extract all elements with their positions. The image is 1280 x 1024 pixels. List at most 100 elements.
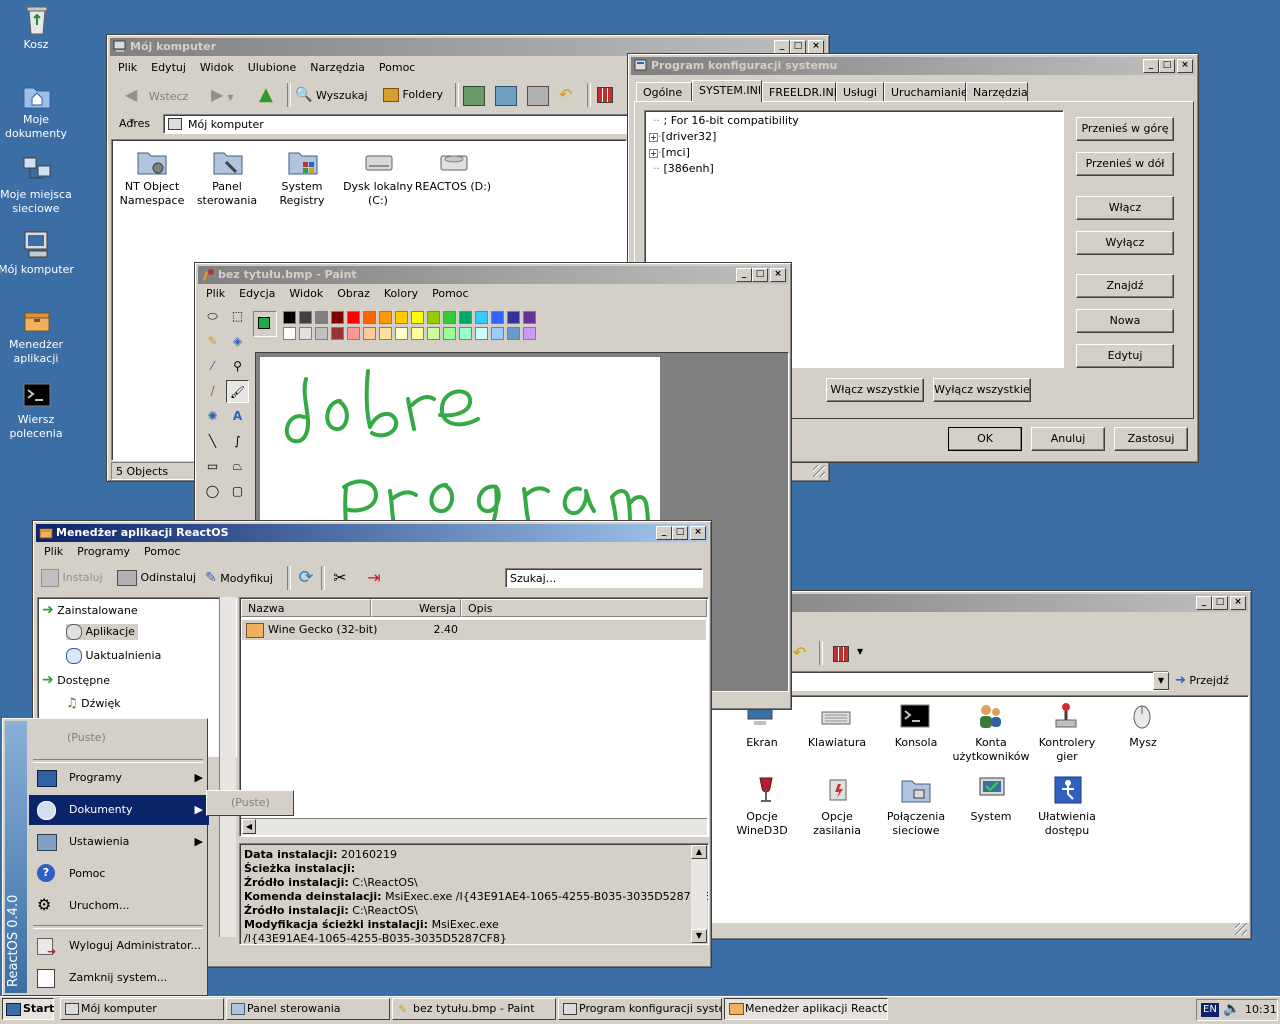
palette-color-swatch[interactable]	[443, 327, 456, 340]
menu-help[interactable]: Pomoc	[425, 285, 475, 303]
palette-color-swatch[interactable]	[331, 311, 344, 324]
copy-to-icon[interactable]	[495, 86, 517, 106]
menu-file[interactable]: Plik	[37, 543, 70, 561]
go-button[interactable]: ➜ Przejdź	[1175, 671, 1245, 691]
menu-tools[interactable]: Narzędzia	[303, 59, 372, 77]
refresh-icon[interactable]: ⟳	[295, 567, 317, 589]
palette-color-swatch[interactable]	[507, 327, 520, 340]
resize-grip[interactable]	[813, 465, 825, 477]
tree-scrollbar[interactable]	[219, 597, 236, 937]
palette-color-swatch[interactable]	[379, 327, 392, 340]
minimize-button[interactable]: _	[774, 40, 790, 54]
palette-color-swatch[interactable]	[443, 311, 456, 324]
msconfig-titlebar[interactable]: Program konfiguracji systemu _ □ ×	[631, 57, 1195, 75]
brush-tool-icon[interactable]: 🖌	[226, 380, 249, 403]
palette-color-swatch[interactable]	[475, 311, 488, 324]
menu-edit[interactable]: Edycja	[232, 285, 282, 303]
color-indicator[interactable]	[253, 311, 277, 337]
views-icon[interactable]	[833, 646, 849, 662]
text-tool-icon[interactable]: A	[226, 405, 249, 428]
scroll-down-button[interactable]: ▼	[691, 929, 707, 943]
exit-icon[interactable]: ⇥	[363, 567, 385, 589]
curve-tool-icon[interactable]: ∫	[226, 430, 249, 453]
scroll-left-button[interactable]: ◀	[242, 819, 256, 834]
move-down-button[interactable]: Przenieś w dół	[1076, 152, 1174, 176]
address-dropdown-button[interactable]: ▼	[1153, 672, 1169, 690]
settings-tools-icon[interactable]: ✂	[329, 567, 351, 589]
move-up-button[interactable]: Przenieś w górę	[1076, 117, 1174, 141]
up-folder-button[interactable]: ▲	[259, 83, 283, 107]
search-input[interactable]: Szukaj...	[505, 568, 703, 588]
free-select-tool-icon[interactable]: ⬭	[201, 305, 224, 328]
details-scrollbar[interactable]: ▲ ▼	[691, 845, 707, 943]
menu-item-programs[interactable]: Programy ▶	[29, 763, 209, 793]
menu-item-documents[interactable]: Dokumenty ▶	[29, 795, 209, 825]
resize-grip[interactable]	[1235, 923, 1247, 935]
maximize-button[interactable]: □	[1212, 596, 1228, 610]
column-name[interactable]: Nazwa	[241, 599, 371, 617]
find-button[interactable]: Znajdź	[1076, 274, 1174, 298]
move-to-icon[interactable]	[463, 86, 485, 106]
views-icon[interactable]	[597, 87, 613, 103]
address-input[interactable]: Mój komputer	[163, 114, 631, 134]
task-control-panel[interactable]: Panel sterowania	[226, 998, 390, 1020]
app-manager-titlebar[interactable]: Menedżer aplikacji ReactOS _ □ ×	[36, 524, 708, 542]
palette-color-swatch[interactable]	[475, 327, 488, 340]
menu-edit[interactable]: Edytuj	[144, 59, 193, 77]
rect-select-tool-icon[interactable]: ⬚	[226, 305, 249, 328]
undo-icon[interactable]: ↶	[559, 83, 579, 107]
palette-color-swatch[interactable]	[411, 327, 424, 340]
new-button[interactable]: Nowa	[1076, 309, 1174, 333]
cancel-button[interactable]: Anuluj	[1031, 427, 1105, 451]
start-button[interactable]: Start	[2, 998, 54, 1020]
palette-color-swatch[interactable]	[411, 311, 424, 324]
palette-color-swatch[interactable]	[427, 311, 440, 324]
palette-color-swatch[interactable]	[283, 327, 296, 340]
chevron-down-icon[interactable]: ▼	[857, 647, 863, 656]
task-app-manager[interactable]: Menedżer aplikacji ReactOS	[724, 998, 888, 1020]
palette-color-swatch[interactable]	[379, 311, 392, 324]
line-tool-icon[interactable]: ╲	[201, 430, 224, 453]
table-row[interactable]: Wine Gecko (32-bit) 2.40	[242, 620, 706, 640]
magnifier-tool-icon[interactable]: ⚲	[226, 355, 249, 378]
palette-color-swatch[interactable]	[283, 311, 296, 324]
menu-view[interactable]: Widok	[282, 285, 330, 303]
horizontal-scrollbar[interactable]: ◀	[241, 818, 707, 835]
edit-button[interactable]: Edytuj	[1076, 344, 1174, 368]
menu-help[interactable]: Pomoc	[137, 543, 187, 561]
ellipse-tool-icon[interactable]: ◯	[201, 480, 224, 503]
menu-file[interactable]: Plik	[111, 59, 144, 77]
disable-button[interactable]: Wyłącz	[1076, 231, 1174, 255]
apply-button[interactable]: Zastosuj	[1114, 427, 1188, 451]
palette-color-swatch[interactable]	[491, 311, 504, 324]
tree-installed[interactable]: ➜ Zainstalowane	[42, 602, 138, 619]
airbrush-tool-icon[interactable]: ✺	[201, 405, 224, 428]
palette-color-swatch[interactable]	[395, 327, 408, 340]
modify-button[interactable]: ✎ Modyfikuj	[205, 567, 285, 589]
column-version[interactable]: Wersja	[371, 599, 461, 617]
palette-color-swatch[interactable]	[299, 311, 312, 324]
folders-button[interactable]: Foldery	[383, 83, 449, 107]
close-button[interactable]: ×	[1177, 59, 1193, 73]
palette-color-swatch[interactable]	[395, 311, 408, 324]
scroll-up-button[interactable]: ▲	[691, 845, 707, 859]
close-button[interactable]: ×	[1230, 596, 1246, 610]
palette-color-swatch[interactable]	[507, 311, 520, 324]
address-input[interactable]	[781, 671, 1169, 691]
delete-icon[interactable]	[527, 86, 549, 106]
back-button[interactable]: ◀ Wstecz ▼	[125, 83, 195, 126]
palette-color-swatch[interactable]	[299, 327, 312, 340]
menu-programs[interactable]: Programy	[70, 543, 137, 561]
close-button[interactable]: ×	[808, 40, 824, 54]
forward-button[interactable]: ▶ ▼	[211, 83, 245, 107]
color-picker-tool-icon[interactable]: ⁄	[201, 355, 224, 378]
paint-titlebar[interactable]: bez tytułu.bmp - Paint _ □ ×	[198, 266, 788, 284]
eraser-tool-icon[interactable]: ✎	[201, 330, 224, 353]
palette-color-swatch[interactable]	[523, 327, 536, 340]
tree-updates[interactable]: Uaktualnienia	[66, 648, 161, 664]
palette-color-swatch[interactable]	[459, 311, 472, 324]
tab-system-ini[interactable]: SYSTEM.INI	[692, 80, 762, 102]
maximize-button[interactable]: □	[672, 526, 688, 540]
uninstall-button[interactable]: Odinstaluj	[117, 567, 197, 589]
menu-item-shutdown[interactable]: Zamknij system...	[29, 963, 209, 993]
